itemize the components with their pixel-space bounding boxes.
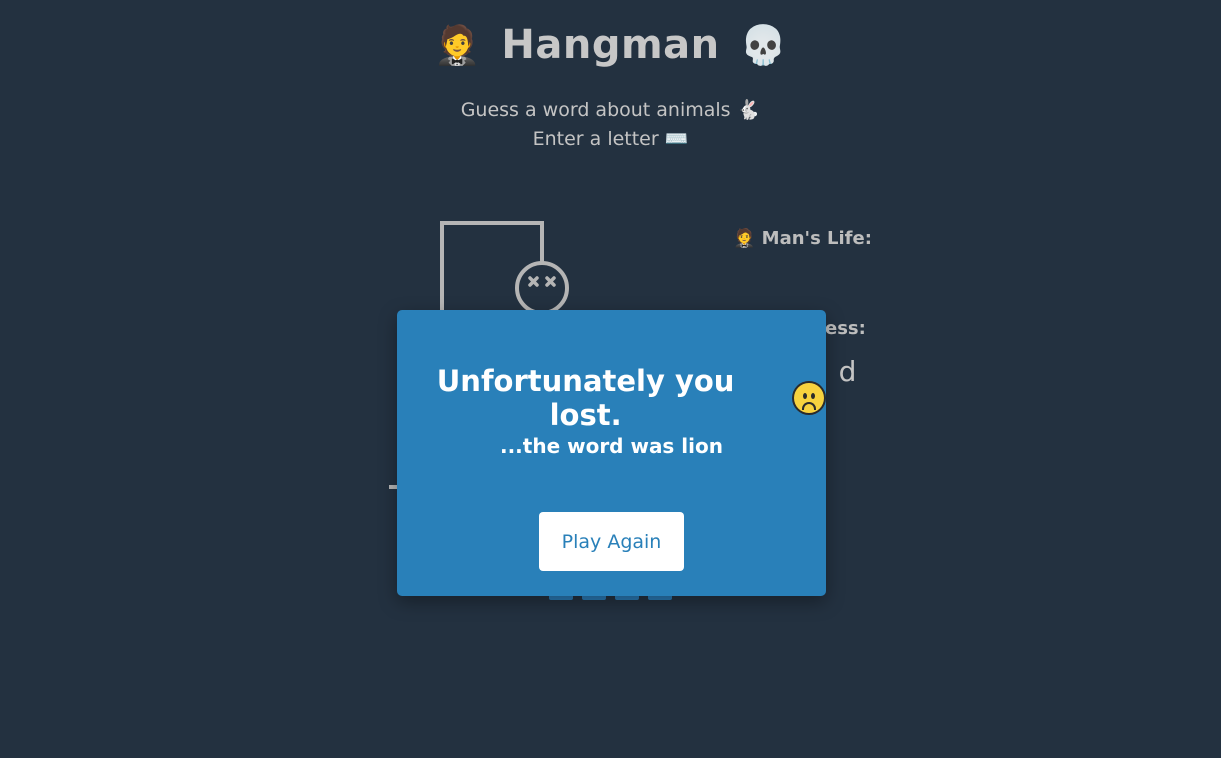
modal-title-text: Unfortunately you lost.	[436, 364, 735, 432]
game-over-modal: Unfortunately you lost. ...the word was …	[397, 310, 826, 596]
revealed-word-text: ...the word was lion	[499, 434, 723, 458]
hangman-head	[515, 261, 569, 315]
sad-face-icon	[792, 381, 826, 415]
instruction-topic: Guess a word about animals 🐇	[460, 99, 761, 121]
skull-icon: 💀	[739, 22, 788, 67]
man-in-tuxedo-icon: 🤵	[433, 22, 482, 67]
modal-title: Unfortunately you lost.	[397, 364, 826, 432]
page-title: 🤵 Hangman 💀	[434, 22, 788, 68]
header: 🤵 Hangman 💀	[0, 22, 1221, 68]
instruction-enter-letter: Enter a letter ⌨️	[532, 128, 689, 150]
play-again-button[interactable]: Play Again	[539, 512, 684, 571]
title-text: Hangman	[501, 22, 720, 68]
mans-life-label: 🤵 Man's Life:	[733, 228, 872, 249]
wrong-guesses-label: ess:	[825, 318, 866, 339]
